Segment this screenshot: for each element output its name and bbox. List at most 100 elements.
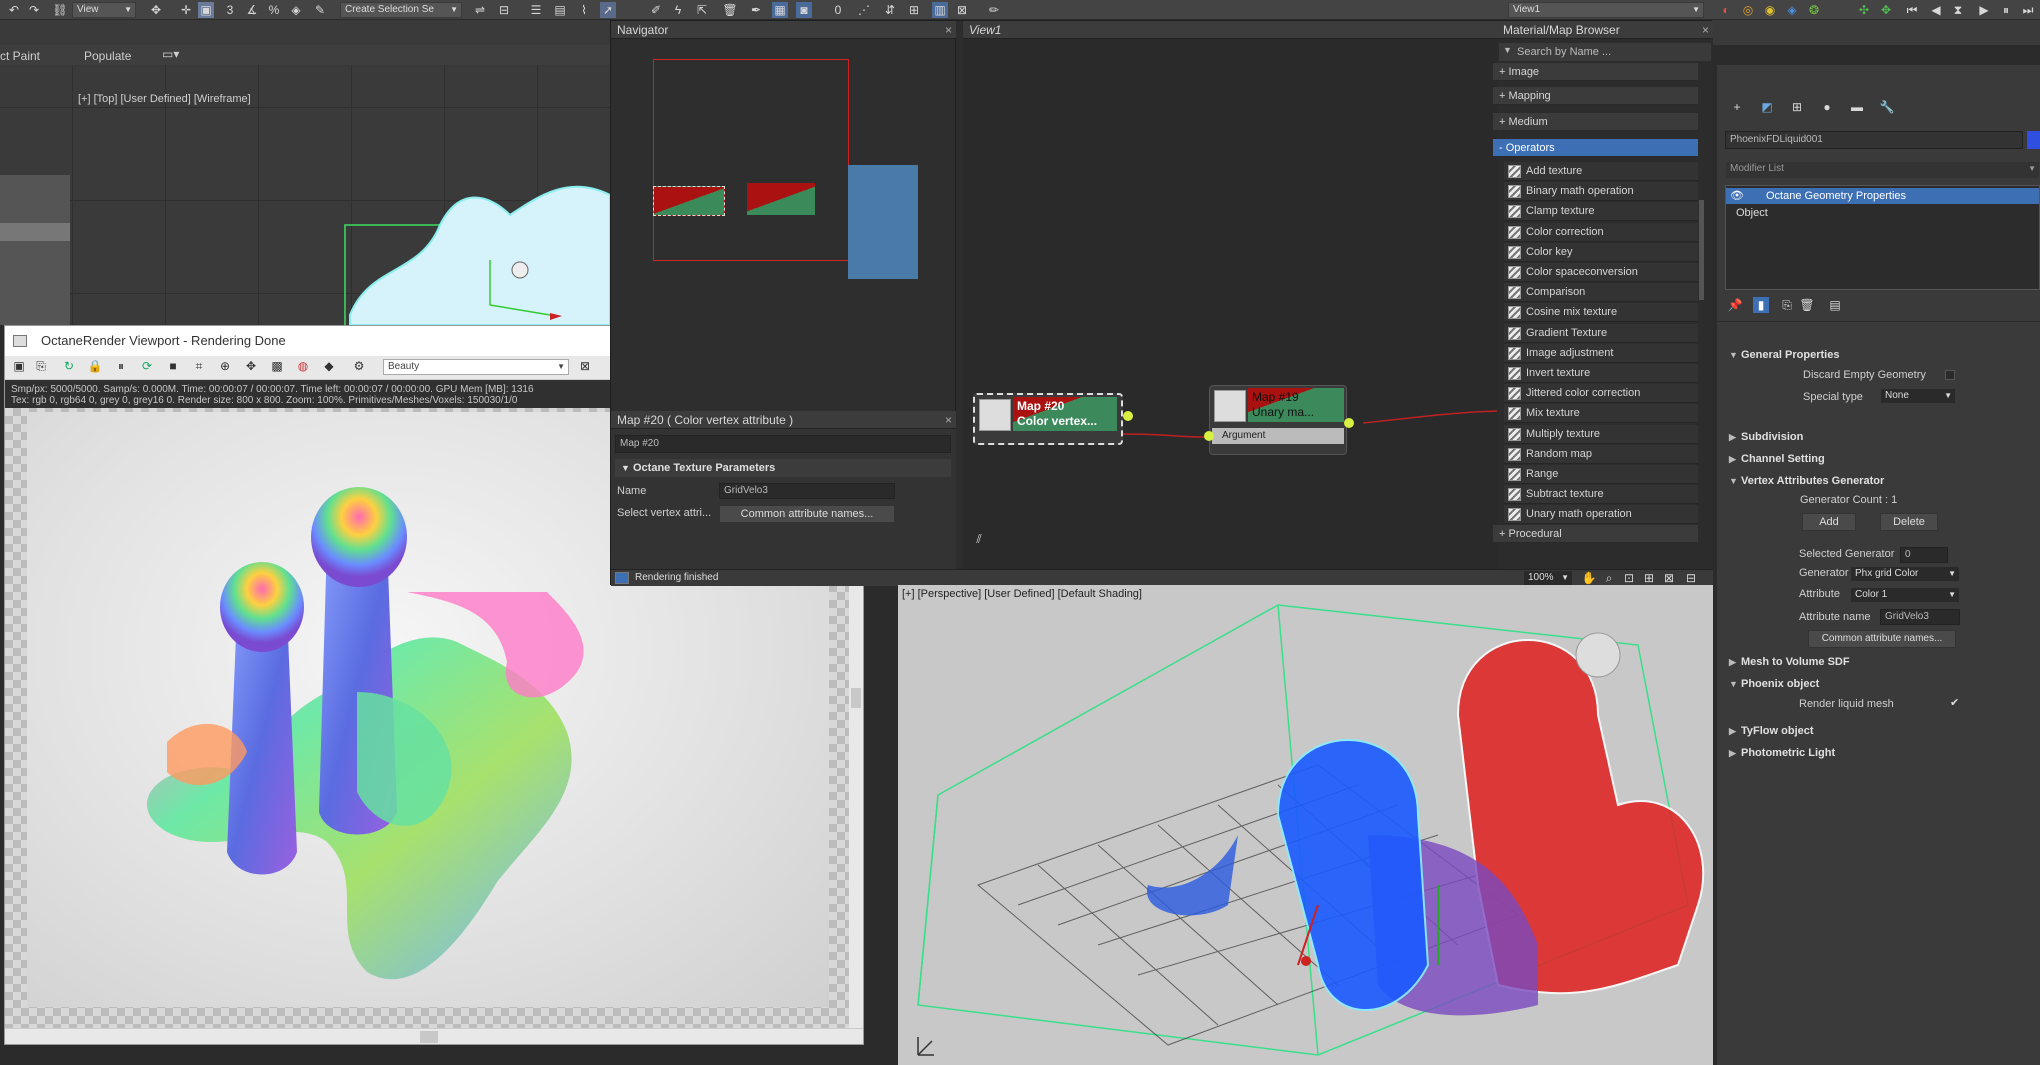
mmb-item[interactable]: Jittered color correction: [1504, 384, 1698, 404]
modifier-list-dropdown[interactable]: Modifier List ▼: [1725, 161, 2040, 179]
edit-named-sets-icon[interactable]: ✎: [312, 2, 328, 18]
navigator-node-1[interactable]: [653, 186, 725, 216]
snap-3d-icon[interactable]: 3: [222, 2, 238, 18]
render-setup-icon[interactable]: ◎: [1740, 2, 1756, 18]
mmb-item[interactable]: Random map: [1504, 444, 1698, 464]
hide-unused-icon[interactable]: ⇵: [882, 2, 898, 18]
select-object-icon[interactable]: ➚: [600, 2, 616, 18]
mmb-group-mapping[interactable]: + Mapping: [1493, 87, 1698, 105]
top-viewport-label[interactable]: [+] [Top] [User Defined] [Wireframe]: [78, 93, 251, 105]
map-name-field[interactable]: Map #20: [615, 435, 951, 453]
rollout-mesh-to-volume[interactable]: ▶ Mesh to Volume SDF: [1727, 652, 2040, 672]
link-icon[interactable]: ⛓: [52, 2, 68, 18]
close-icon[interactable]: ×: [945, 21, 952, 39]
mmb-group-operators[interactable]: - Operators: [1493, 139, 1698, 157]
lock-icon[interactable]: 🔒: [87, 358, 103, 374]
mirror-icon[interactable]: ⇌: [472, 2, 488, 18]
argument-slot[interactable]: Argument: [1212, 428, 1344, 444]
play-icon[interactable]: ▶: [1976, 2, 1992, 18]
ribbon-populate-tab[interactable]: Populate: [84, 49, 131, 63]
render-liquid-checkbox[interactable]: ✔: [1950, 696, 1959, 709]
param-editor-title[interactable]: Map #20 ( Color vertex attribute ) ×: [611, 411, 956, 429]
move-icon[interactable]: ✛: [178, 2, 194, 18]
render-frame-icon[interactable]: ◉: [1762, 2, 1778, 18]
discard-empty-checkbox[interactable]: [1945, 370, 1955, 380]
param-editor-icon[interactable]: ⊠: [954, 2, 970, 18]
refresh-icon[interactable]: ⟳: [139, 358, 155, 374]
object-picker-icon[interactable]: ◆: [321, 358, 337, 374]
mmb-item[interactable]: Multiply texture: [1504, 424, 1698, 444]
mmb-item[interactable]: Color key: [1504, 242, 1698, 262]
eye-icon[interactable]: 👁: [1730, 188, 1744, 204]
material-editor-icon[interactable]: ◐: [1718, 2, 1734, 18]
stop-render-icon[interactable]: ■: [165, 358, 181, 374]
mmb-item[interactable]: Color spaceconversion: [1504, 263, 1698, 282]
input-socket[interactable]: [1204, 431, 1214, 441]
hierarchy-tab-icon[interactable]: ⊞: [1789, 99, 1805, 115]
output-socket[interactable]: [1344, 418, 1354, 428]
focus-picker-icon[interactable]: ✥: [243, 358, 259, 374]
render-pass-dropdown[interactable]: Beauty ▼: [383, 359, 569, 375]
node-map-20[interactable]: Map #20 Color vertex...: [973, 393, 1133, 445]
delete-generator-button[interactable]: Delete: [1880, 513, 1938, 531]
object-color-swatch[interactable]: [2027, 131, 2040, 149]
link-tool-icon[interactable]: ⇱: [694, 2, 710, 18]
picking-icon[interactable]: ⊕: [217, 358, 233, 374]
mmb-item[interactable]: Mix texture: [1504, 404, 1698, 424]
reference-coord-dropdown[interactable]: View ▼: [72, 2, 136, 18]
remove-modifier-icon[interactable]: 🗑: [1799, 297, 1815, 313]
mmb-item[interactable]: Gradient Texture: [1504, 323, 1698, 343]
navigator-node-2[interactable]: [747, 183, 815, 215]
mmb-group-procedural[interactable]: + Procedural: [1493, 525, 1698, 543]
render-icon[interactable]: ◈: [1784, 2, 1800, 18]
octane-icon[interactable]: ❂: [1806, 2, 1822, 18]
mmb-item[interactable]: Comparison: [1504, 283, 1698, 303]
pause-render-icon[interactable]: ⏸: [113, 358, 129, 374]
select-icon[interactable]: ✥: [148, 2, 164, 18]
node-map-19[interactable]: Map #19 Unary ma... Argument: [1204, 385, 1354, 455]
view-tab-dropdown[interactable]: View1 ▼: [1508, 2, 1704, 18]
mmb-item[interactable]: Unary math operation: [1504, 505, 1698, 525]
zoom-dropdown[interactable]: 100% ▼: [1523, 570, 1573, 586]
mmb-item[interactable]: Color correction: [1504, 222, 1698, 242]
navigator-view-rect[interactable]: [653, 59, 849, 261]
mmb-item[interactable]: Cosine mix texture: [1504, 303, 1698, 323]
zoom-extents-icon[interactable]: ⊞: [1641, 570, 1657, 586]
rollout-channel-setting[interactable]: ▶ Channel Setting: [1727, 449, 2040, 469]
zoom-selected-icon[interactable]: ⊠: [1661, 570, 1677, 586]
motion-tab-icon[interactable]: ●: [1819, 99, 1835, 115]
trash-icon[interactable]: 🗑: [722, 2, 738, 18]
rollout-subdivision[interactable]: ▶ Subdivision: [1727, 427, 2040, 447]
mmb-toggle-icon[interactable]: ▥: [932, 2, 948, 18]
pass-settings-icon[interactable]: ⊠: [577, 358, 593, 374]
stack-item-octane[interactable]: 👁 Octane Geometry Properties: [1726, 188, 2039, 204]
rollout-general-properties[interactable]: ▼ General Properties: [1727, 345, 2040, 365]
pin-stack-icon[interactable]: 📌: [1727, 297, 1743, 313]
material-picker-icon[interactable]: ◍: [295, 358, 311, 374]
make-unique-icon[interactable]: ⎘: [1779, 297, 1795, 313]
common-attribute-names-button[interactable]: Common attribute names...: [719, 505, 895, 523]
settings-gear-icon[interactable]: ⚙: [351, 358, 367, 374]
mmb-search-input[interactable]: Search by Name ...: [1499, 43, 1711, 61]
mmb-item[interactable]: Range: [1504, 465, 1698, 484]
goto-start-icon[interactable]: ⏮: [1904, 2, 1920, 18]
region-render-icon[interactable]: ⌗: [191, 358, 207, 374]
attribute-dropdown[interactable]: Color 1 ▼: [1850, 587, 1960, 603]
zoom-icon[interactable]: ⌕: [1601, 570, 1617, 586]
view1-panel[interactable]: View1 Map #20 Color vertex... Map #19 Un…: [963, 21, 1497, 569]
rollout-phoenix-object[interactable]: ▼ Phoenix object: [1727, 674, 2040, 694]
layout-icon[interactable]: ⋰: [856, 2, 872, 18]
curve-editor-icon[interactable]: ⌇: [576, 2, 592, 18]
select-region-icon[interactable]: ▣: [198, 2, 214, 18]
undo-icon[interactable]: ↶: [6, 2, 22, 18]
paint-select-icon[interactable]: ✐: [648, 2, 664, 18]
modify-tab-icon[interactable]: ◩: [1759, 99, 1775, 115]
time-icon[interactable]: ⧗: [1950, 2, 1966, 18]
mmb-item[interactable]: Image adjustment: [1504, 343, 1698, 363]
octane-texture-rollout[interactable]: ▼ Octane Texture Parameters: [615, 459, 951, 477]
mmb-item[interactable]: Binary math operation: [1504, 182, 1698, 202]
lay-out-children-icon[interactable]: ⊞: [906, 2, 922, 18]
toggle-ribbon-icon[interactable]: ▤: [552, 2, 568, 18]
attribute-name-field[interactable]: GridVelo3: [1880, 609, 1960, 625]
stack-item-object[interactable]: Object: [1726, 205, 2039, 221]
